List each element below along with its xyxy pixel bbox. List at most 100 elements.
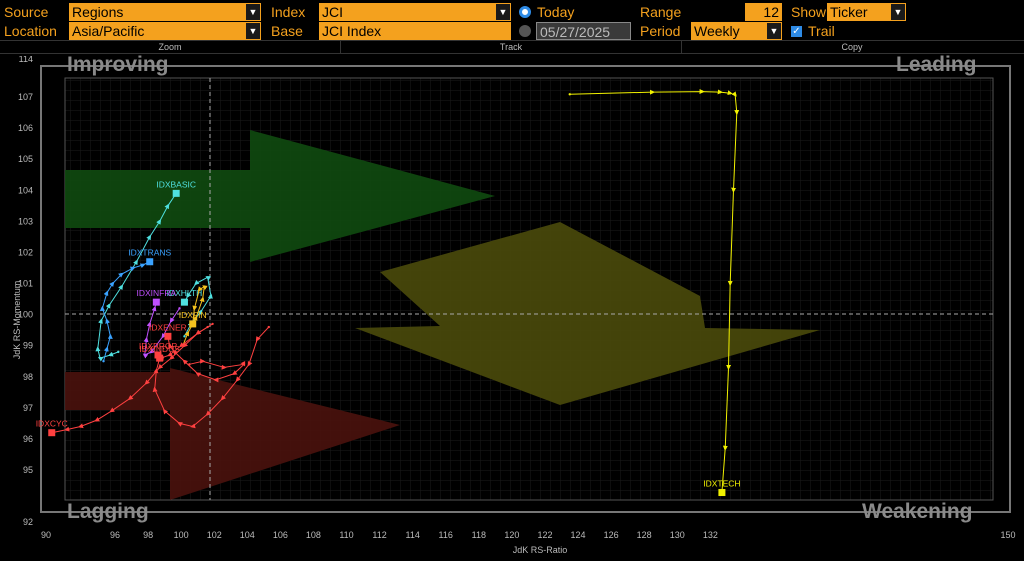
y-tick-label: 96 <box>23 434 33 444</box>
y-tick-label: 92 <box>23 517 33 527</box>
x-tick-label: 150 <box>1000 530 1015 540</box>
y-tick-label: 114 <box>19 56 33 64</box>
source-select[interactable]: Regions ▼ <box>69 3 261 21</box>
index-select[interactable]: JCI ▼ <box>319 3 511 21</box>
current-point-marker[interactable] <box>164 332 172 340</box>
trail-point <box>211 322 214 326</box>
index-value: JCI <box>322 4 343 20</box>
trail-point <box>143 353 146 357</box>
trail-point <box>732 189 735 192</box>
source-value: Regions <box>72 4 124 20</box>
y-tick-label: 97 <box>23 403 33 413</box>
series-label: IDXENER <box>149 322 187 332</box>
trail-point <box>719 90 722 94</box>
date-value: 05/27/2025 <box>540 24 611 40</box>
y-tick-label: 106 <box>18 123 33 133</box>
trail-point <box>105 291 109 295</box>
current-point-marker[interactable] <box>154 351 162 359</box>
x-tick-label: 96 <box>110 530 120 540</box>
trail-point <box>201 297 204 301</box>
base-input[interactable]: JCI Index <box>319 22 511 40</box>
location-select[interactable]: Asia/Pacific ▼ <box>69 22 261 40</box>
current-point-marker[interactable] <box>172 189 180 197</box>
current-point-marker[interactable] <box>189 320 197 328</box>
date-radio[interactable] <box>519 25 531 37</box>
x-tick-label: 108 <box>306 530 321 540</box>
trail-point <box>111 282 114 285</box>
trail-point <box>700 90 704 93</box>
trail-point <box>728 282 732 285</box>
quadrant-leading: Leading <box>896 53 977 76</box>
trail-point <box>109 335 112 338</box>
chevron-down-icon: ▼ <box>496 4 510 20</box>
x-tick-label: 126 <box>604 530 619 540</box>
series-label: IDXFIN <box>179 310 207 320</box>
current-point-marker[interactable] <box>180 298 188 306</box>
chevron-down-icon: ▼ <box>246 4 260 20</box>
current-point-marker[interactable] <box>152 298 160 306</box>
trail-point <box>120 285 123 288</box>
trail-point <box>183 335 186 338</box>
trail-point <box>105 319 109 322</box>
trail-point <box>168 353 171 357</box>
trail-point <box>196 332 199 335</box>
trail-point <box>735 111 738 114</box>
trail-point <box>105 347 109 350</box>
x-tick-label: 114 <box>405 530 419 540</box>
trail-point <box>128 397 132 400</box>
current-point-marker[interactable] <box>146 258 154 266</box>
show-label: Show <box>791 4 827 20</box>
y-tick-label: 107 <box>18 92 33 102</box>
range-label: Range <box>640 4 682 20</box>
trail-point <box>96 347 99 350</box>
trail-point <box>568 93 571 96</box>
date-input[interactable]: 05/27/2025 <box>536 22 631 40</box>
period-label: Period <box>640 23 681 39</box>
trail-point <box>178 422 181 425</box>
series-label: IDXCYC <box>36 419 68 429</box>
x-tick-label: 132 <box>703 530 718 540</box>
x-axis-label: JdK RS-Ratio <box>513 545 568 555</box>
trail-point <box>232 372 236 375</box>
trail-point <box>141 263 145 267</box>
range-value: 12 <box>763 4 779 20</box>
trail-point <box>161 335 165 338</box>
y-axis-label: JdK RS-Momentum <box>12 281 22 360</box>
series-label: IDXPROP <box>139 341 178 351</box>
x-tick-label: 110 <box>339 530 353 540</box>
rrg-chart[interactable]: 90 96 98 100 102 104 106 108 110 112 114 116 118 120 1… <box>0 56 1024 561</box>
current-point-marker[interactable] <box>718 489 726 497</box>
trail-point <box>101 307 104 310</box>
trail-point <box>196 372 199 375</box>
x-tick-label: 98 <box>143 530 153 540</box>
chevron-down-icon: ▼ <box>246 23 260 39</box>
trail-point <box>170 356 173 360</box>
trail-point <box>79 425 82 428</box>
trail-point <box>110 409 113 413</box>
trail-point <box>102 360 105 363</box>
current-point-marker[interactable] <box>48 429 56 437</box>
chevron-down-icon: ▼ <box>767 23 781 39</box>
trail-point <box>158 220 161 223</box>
today-label: Today <box>537 4 575 20</box>
x-tick-label: 102 <box>207 530 222 540</box>
trail-point <box>651 90 654 94</box>
chevron-down-icon: ▼ <box>891 4 905 20</box>
trail-point <box>214 378 218 382</box>
show-select[interactable]: Ticker ▼ <box>827 3 906 21</box>
trail-point <box>198 288 201 291</box>
quadrant-improving: Improving <box>67 53 169 76</box>
copy-button[interactable]: Copy <box>680 41 1024 53</box>
x-tick-label: 116 <box>439 530 453 540</box>
track-button[interactable]: Track <box>340 41 682 53</box>
y-tick-label: 99 <box>23 341 33 351</box>
trail-point <box>247 363 251 366</box>
range-input[interactable]: 12 <box>745 3 782 21</box>
zoom-button[interactable]: Zoom <box>0 41 340 53</box>
trail-point <box>733 93 737 97</box>
x-tick-label: 124 <box>571 530 586 540</box>
period-select[interactable]: Weekly ▼ <box>691 22 782 40</box>
today-radio[interactable] <box>519 6 531 18</box>
trail-checkbox[interactable]: ✓ <box>791 26 802 37</box>
trail-point <box>728 92 732 95</box>
